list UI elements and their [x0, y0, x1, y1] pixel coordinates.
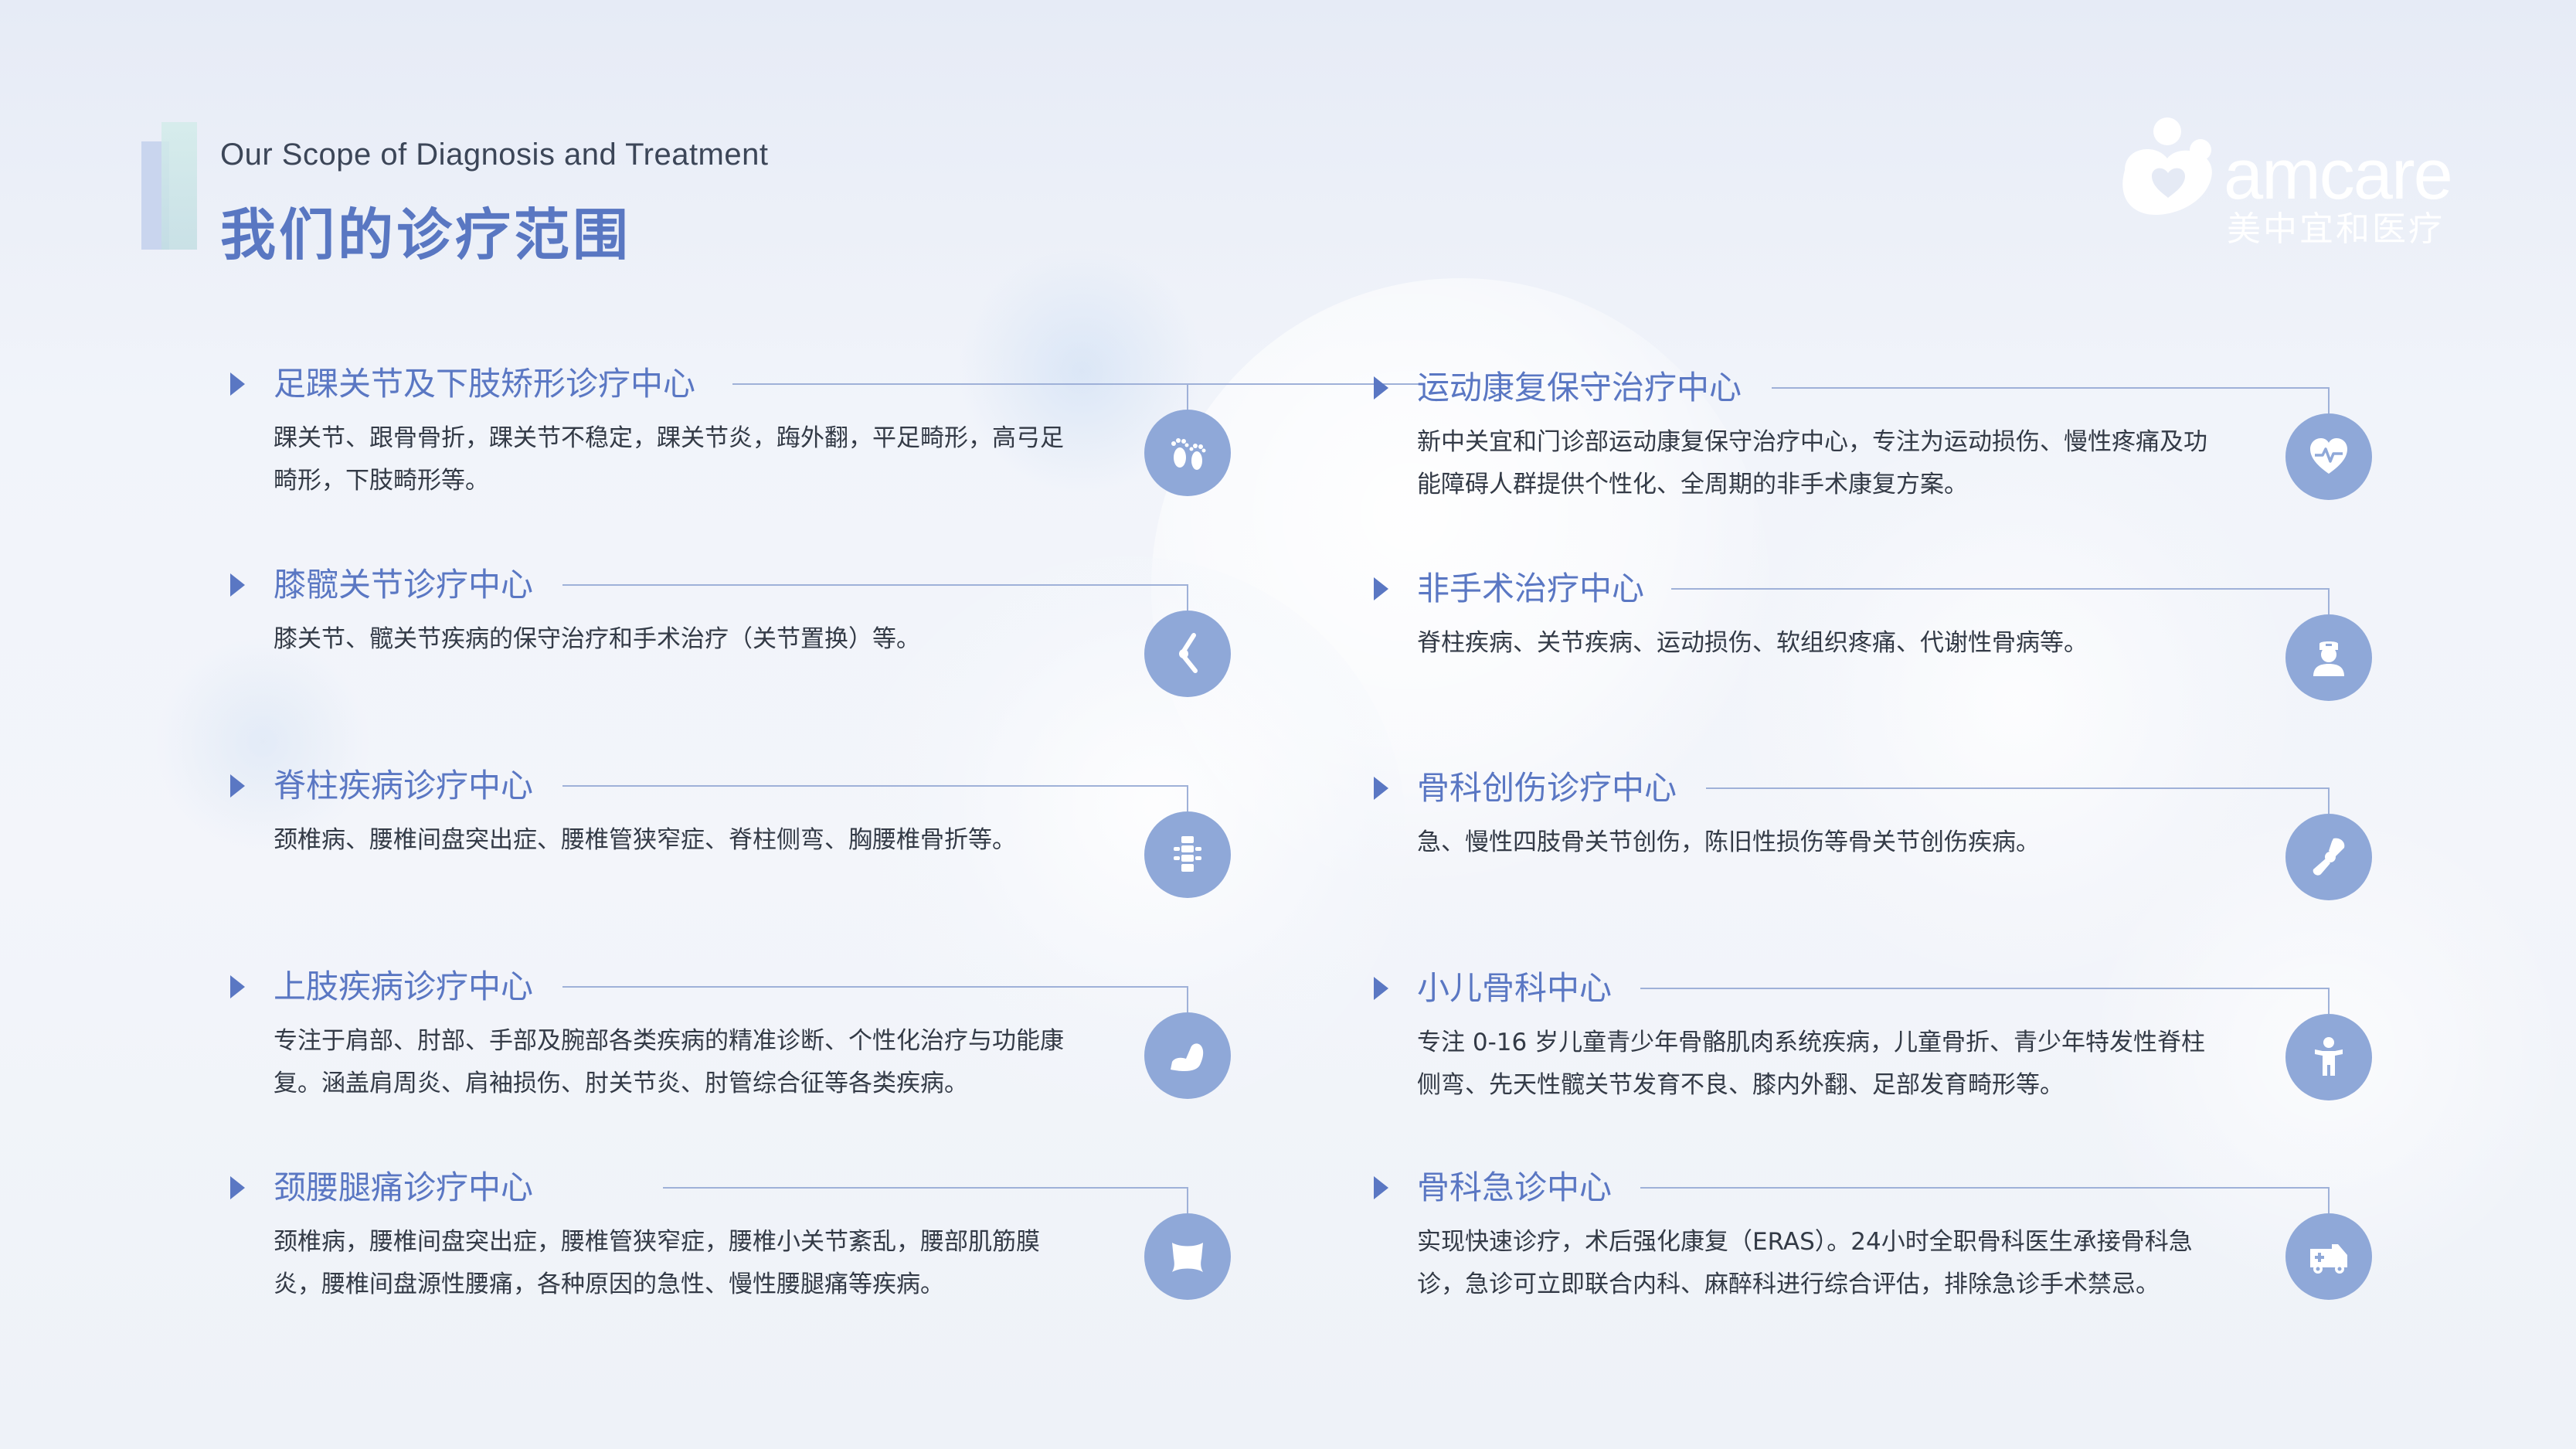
- connector-line: [1187, 1187, 1188, 1213]
- service-item: 运动康复保守治疗中心 新中关宜和门诊部运动康复保守治疗中心，专注为运动损伤、慢性…: [1374, 367, 2401, 537]
- connector-line: [1772, 387, 2330, 389]
- service-description: 脊柱疾病、关节疾病、运动损伤、软组织疼痛、代谢性骨病等。: [1417, 629, 2088, 657]
- doctor-icon: [2285, 614, 2372, 701]
- connector-line: [2328, 1187, 2330, 1213]
- page-subtitle-en: Our Scope of Diagnosis and Treatment: [220, 138, 769, 172]
- connector-line: [1187, 383, 1188, 410]
- bullet-arrow-icon: [230, 774, 245, 798]
- connector-line: [562, 785, 1188, 787]
- waist-icon: [1144, 1213, 1231, 1300]
- service-description: 新中关宜和门诊部运动康复保守治疗中心，专注为运动损伤、慢性疼痛及功能障碍人群提供…: [1417, 428, 2207, 498]
- service-description: 踝关节、跟骨骨折，踝关节不稳定，踝关节炎，踇外翻，平足畸形，高弓足畸形，下肢畸形…: [274, 424, 1064, 495]
- connector-line: [562, 584, 1188, 586]
- connector-line: [2328, 988, 2330, 1014]
- service-title: 脊柱疾病诊疗中心: [274, 767, 534, 804]
- service-item: 颈腰腿痛诊疗中心 颈椎病，腰椎间盘突出症，腰椎管狭窄症，腰椎小关节紊乱，腰部肌筋…: [230, 1167, 1258, 1337]
- service-title: 膝髋关节诊疗中心: [274, 566, 534, 604]
- connector-line: [1187, 986, 1188, 1012]
- connector-line: [1706, 787, 2330, 789]
- connector-line: [1640, 988, 2330, 989]
- logo-brand: amcare: [2224, 135, 2453, 214]
- service-item: 非手术治疗中心 脊柱疾病、关节疾病、运动损伤、软组织疼痛、代谢性骨病等。: [1374, 568, 2401, 738]
- service-title: 骨科急诊中心: [1417, 1168, 1613, 1206]
- connector-line: [732, 383, 1420, 385]
- connector-line: [2328, 787, 2330, 814]
- service-description: 膝关节、髋关节疾病的保守治疗和手术治疗（关节置换）等。: [274, 625, 920, 653]
- amcare-logo: amcare 美中宜和医疗: [2109, 112, 2472, 259]
- bullet-arrow-icon: [1374, 977, 1388, 1000]
- logo-mark-icon: [2122, 117, 2212, 215]
- service-description: 颈椎病，腰椎间盘突出症，腰椎管狭窄症，腰椎小关节紊乱，腰部肌筋膜炎，腰椎间盘源性…: [274, 1228, 1040, 1298]
- heart-pulse-icon: [2285, 413, 2372, 500]
- service-description: 专注于肩部、肘部、手部及腕部各类疾病的精准诊断、个性化治疗与功能康复。涵盖肩周炎…: [274, 1027, 1064, 1097]
- service-item: 骨科急诊中心 实现快速诊疗，术后强化康复（ERAS）。24小时全职骨科医生承接骨…: [1374, 1167, 2401, 1337]
- service-description: 实现快速诊疗，术后强化康复（ERAS）。24小时全职骨科医生承接骨科急诊，急诊可…: [1417, 1228, 2193, 1298]
- bullet-arrow-icon: [1374, 376, 1388, 400]
- ambulance-icon: [2285, 1213, 2372, 1300]
- service-title: 小儿骨科中心: [1417, 969, 1613, 1007]
- spine-icon: [1144, 811, 1231, 898]
- connector-line: [2328, 387, 2330, 413]
- bone-joint-icon: [2285, 814, 2372, 900]
- bullet-arrow-icon: [1374, 777, 1388, 800]
- feet-icon: [1144, 410, 1231, 496]
- service-description: 专注 0-16 岁儿童青少年骨骼肌肉系统疾病，儿童骨折、青少年特发性脊柱侧弯、先…: [1417, 1029, 2206, 1099]
- bullet-arrow-icon: [230, 1176, 245, 1199]
- service-description: 颈椎病、腰椎间盘突出症、腰椎管狭窄症、脊柱侧弯、胸腰椎骨折等。: [274, 826, 1016, 854]
- page-title: 我们的诊疗范围: [220, 202, 632, 267]
- service-item: 脊柱疾病诊疗中心 颈椎病、腰椎间盘突出症、腰椎管狭窄症、脊柱侧弯、胸腰椎骨折等。: [230, 765, 1258, 935]
- bullet-arrow-icon: [230, 372, 245, 396]
- arm-icon: [1144, 1012, 1231, 1099]
- bullet-arrow-icon: [1374, 577, 1388, 600]
- service-title: 运动康复保守治疗中心: [1417, 369, 1742, 406]
- service-title: 足踝关节及下肢矫形诊疗中心: [274, 365, 696, 403]
- connector-line: [2328, 588, 2330, 614]
- service-description: 急、慢性四肢骨关节创伤，陈旧性损伤等骨关节创伤疾病。: [1417, 828, 2040, 856]
- service-title: 上肢疾病诊疗中心: [274, 968, 534, 1005]
- service-title: 非手术治疗中心: [1417, 570, 1645, 607]
- service-title: 骨科创伤诊疗中心: [1417, 769, 1677, 807]
- title-accent-bar: [161, 122, 197, 250]
- logo-brand-zh: 美中宜和医疗: [2227, 209, 2445, 249]
- knee-icon: [1144, 611, 1231, 697]
- service-item: 上肢疾病诊疗中心 专注于肩部、肘部、手部及腕部各类疾病的精准诊断、个性化治疗与功…: [230, 966, 1258, 1136]
- connector-line: [1187, 584, 1188, 611]
- connector-line: [562, 986, 1188, 988]
- service-item: 膝髋关节诊疗中心 膝关节、髋关节疾病的保守治疗和手术治疗（关节置换）等。: [230, 564, 1258, 734]
- connector-line: [1640, 1187, 2330, 1189]
- connector-line: [1671, 588, 2330, 590]
- bullet-arrow-icon: [1374, 1176, 1388, 1199]
- bullet-arrow-icon: [230, 573, 245, 597]
- service-title: 颈腰腿痛诊疗中心: [274, 1168, 534, 1206]
- service-item: 足踝关节及下肢矫形诊疗中心 踝关节、跟骨骨折，踝关节不稳定，踝关节炎，踇外翻，平…: [230, 363, 1420, 533]
- connector-line: [663, 1187, 1188, 1189]
- service-item: 小儿骨科中心 专注 0-16 岁儿童青少年骨骼肌肉系统疾病，儿童骨折、青少年特发…: [1374, 968, 2401, 1138]
- child-icon: [2285, 1014, 2372, 1100]
- bullet-arrow-icon: [230, 975, 245, 998]
- service-item: 骨科创伤诊疗中心 急、慢性四肢骨关节创伤，陈旧性损伤等骨关节创伤疾病。: [1374, 767, 2401, 937]
- connector-line: [1187, 785, 1188, 811]
